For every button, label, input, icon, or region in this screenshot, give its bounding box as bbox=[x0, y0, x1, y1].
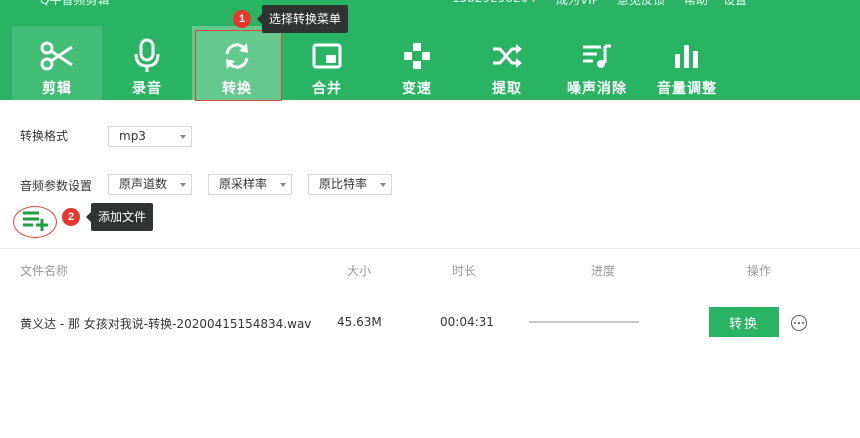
file-size: 45.63M bbox=[337, 315, 382, 329]
format-select[interactable]: mp3 bbox=[108, 126, 192, 147]
format-label: 转换格式 bbox=[20, 129, 69, 143]
column-header-action: 操作 bbox=[747, 264, 772, 278]
nav-item-extract[interactable]: 提取 bbox=[462, 26, 552, 100]
nav-label: 合并 bbox=[312, 81, 342, 97]
bitrate-select[interactable]: 原比特率 bbox=[308, 174, 392, 195]
highlight-box-convert bbox=[195, 30, 282, 101]
scissors-icon bbox=[37, 36, 77, 76]
chevron-down-icon bbox=[180, 135, 186, 139]
app-title: Q牛音频剪辑 bbox=[40, 0, 110, 7]
step-badge-1: 1 bbox=[233, 10, 251, 28]
tooltip-add-file: 添加文件 bbox=[85, 203, 154, 231]
sample-rate-select[interactable]: 原采样率 bbox=[208, 174, 292, 195]
chevron-down-icon bbox=[380, 183, 386, 187]
bitrate-select-value: 原比特率 bbox=[319, 177, 368, 191]
column-header-progress: 进度 bbox=[591, 264, 616, 278]
nav-item-volume[interactable]: 音量调整 bbox=[642, 26, 732, 100]
format-select-value: mp3 bbox=[119, 129, 146, 143]
column-header-duration: 时长 bbox=[452, 264, 477, 278]
bar-chart-icon bbox=[667, 36, 707, 76]
main-nav: 剪辑 录音 转换 合并 变速 提取 噪声消除 音量调整 bbox=[12, 26, 732, 100]
phone-number[interactable]: 15829298204 bbox=[452, 0, 536, 5]
nav-label: 变速 bbox=[402, 81, 432, 97]
channels-select-value: 原声道数 bbox=[119, 177, 168, 191]
nav-label: 提取 bbox=[492, 81, 522, 97]
add-file-button[interactable] bbox=[13, 206, 57, 238]
nav-item-record[interactable]: 录音 bbox=[102, 26, 192, 100]
nav-item-cut[interactable]: 剪辑 bbox=[12, 26, 102, 100]
convert-button[interactable]: 转换 bbox=[709, 307, 779, 337]
nav-label: 剪辑 bbox=[42, 81, 72, 97]
top-toolbar: Q牛音频剪辑 15829298204 成为VIP 意见反馈 帮助 设置 剪辑 bbox=[0, 0, 860, 100]
picture-in-picture-icon bbox=[307, 36, 347, 76]
params-label: 音频参数设置 bbox=[20, 179, 93, 193]
column-header-size: 大小 bbox=[347, 264, 372, 278]
file-name: 黄义达 - 那 女孩对我说-转换-20200415154834.wav bbox=[20, 317, 312, 331]
nav-item-denoise[interactable]: 噪声消除 bbox=[552, 26, 642, 100]
column-header-name: 文件名称 bbox=[20, 264, 69, 278]
more-options-icon[interactable] bbox=[791, 315, 807, 331]
channels-select[interactable]: 原声道数 bbox=[108, 174, 192, 195]
music-list-icon bbox=[577, 36, 617, 76]
add-list-icon bbox=[21, 209, 49, 235]
tooltip-select-convert: 选择转换菜单 bbox=[256, 5, 349, 33]
settings-link[interactable]: 设置 bbox=[723, 0, 747, 8]
microphone-icon bbox=[127, 36, 167, 76]
help-link[interactable]: 帮助 bbox=[684, 0, 708, 8]
shuffle-icon bbox=[487, 36, 527, 76]
progress-bar bbox=[529, 321, 639, 323]
nav-label: 录音 bbox=[132, 81, 162, 97]
file-duration: 00:04:31 bbox=[440, 315, 494, 329]
divider bbox=[0, 248, 860, 249]
vip-link[interactable]: 成为VIP bbox=[556, 0, 599, 8]
feedback-link[interactable]: 意见反馈 bbox=[617, 0, 665, 8]
sample-rate-select-value: 原采样率 bbox=[219, 177, 268, 191]
gamepad-icon bbox=[397, 36, 437, 76]
nav-label: 音量调整 bbox=[657, 81, 717, 97]
nav-label: 噪声消除 bbox=[567, 81, 627, 97]
chevron-down-icon bbox=[280, 183, 286, 187]
title-bar: Q牛音频剪辑 15829298204 成为VIP 意见反馈 帮助 设置 bbox=[0, 0, 860, 8]
nav-item-speed[interactable]: 变速 bbox=[372, 26, 462, 100]
step-badge-2: 2 bbox=[62, 208, 80, 226]
nav-item-merge[interactable]: 合并 bbox=[282, 26, 372, 100]
chevron-down-icon bbox=[180, 183, 186, 187]
